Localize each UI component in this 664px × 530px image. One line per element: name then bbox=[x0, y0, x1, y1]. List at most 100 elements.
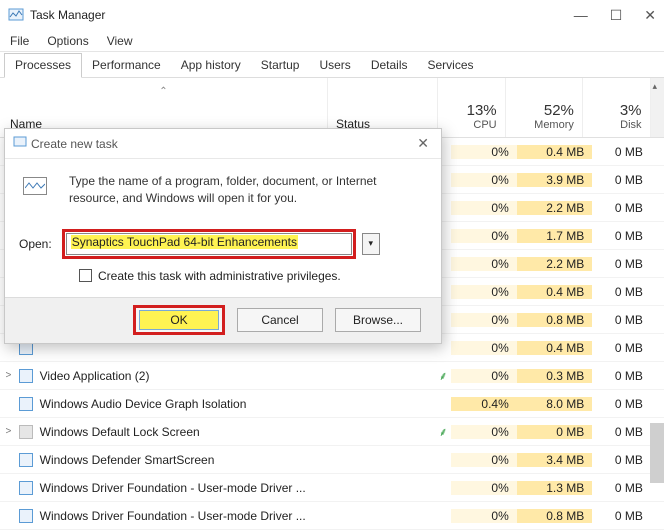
memory-cell: 0.4 MB bbox=[517, 285, 593, 299]
memory-cell: 3.9 MB bbox=[517, 173, 593, 187]
expand-toggle[interactable]: > bbox=[0, 370, 17, 381]
memory-cell: 0.3 MB bbox=[517, 369, 593, 383]
menu-view[interactable]: View bbox=[107, 34, 133, 48]
disk-cell: 0 MB bbox=[592, 425, 651, 439]
tab-services[interactable]: Services bbox=[418, 54, 484, 77]
cpu-cell: 0% bbox=[451, 229, 517, 243]
cpu-cell: 0% bbox=[451, 509, 517, 523]
cancel-button[interactable]: Cancel bbox=[237, 308, 323, 332]
memory-cell: 0.4 MB bbox=[517, 341, 593, 355]
col-memory[interactable]: 52% Memory bbox=[506, 78, 583, 137]
cpu-cell: 0% bbox=[451, 145, 517, 159]
cpu-cell: 0% bbox=[451, 369, 517, 383]
open-input[interactable]: Synaptics TouchPad 64-bit Enhancements bbox=[66, 233, 352, 255]
menu-bar: File Options View bbox=[0, 30, 664, 52]
table-row[interactable]: Windows Defender SmartScreen 0%3.4 MB0 MB bbox=[0, 446, 664, 474]
disk-cell: 0 MB bbox=[592, 509, 651, 523]
memory-cell: 1.7 MB bbox=[517, 229, 593, 243]
disk-cell: 0 MB bbox=[592, 229, 651, 243]
dialog-titlebar: Create new task ✕ bbox=[5, 129, 441, 159]
maximize-button[interactable]: ☐ bbox=[610, 7, 623, 24]
close-button[interactable]: ✕ bbox=[644, 7, 656, 24]
dialog-description: Type the name of a program, folder, docu… bbox=[69, 173, 427, 207]
expand-toggle[interactable]: > bbox=[0, 426, 17, 437]
tab-app-history[interactable]: App history bbox=[171, 54, 251, 77]
cpu-cell: 0% bbox=[451, 313, 517, 327]
process-name: Windows Default Lock Screen bbox=[36, 425, 326, 439]
disk-cell: 0 MB bbox=[592, 453, 651, 467]
scroll-up-icon[interactable]: ▴ bbox=[653, 81, 658, 92]
minimize-button[interactable]: — bbox=[574, 7, 588, 24]
ok-button-highlight: OK bbox=[133, 305, 225, 335]
leaf-icon: ⸙ bbox=[436, 423, 451, 440]
memory-cell: 1.3 MB bbox=[517, 481, 593, 495]
table-row[interactable]: > Video Application (2) ⸙0%0.3 MB0 MB bbox=[0, 362, 664, 390]
table-row[interactable]: >Windows Default Lock Screen⸙0%0 MB0 MB bbox=[0, 418, 664, 446]
cpu-cell: 0% bbox=[451, 201, 517, 215]
dialog-buttons: OK Cancel Browse... bbox=[5, 297, 441, 343]
open-dropdown-button[interactable]: ▾ bbox=[362, 233, 380, 255]
sort-caret-icon: ⌃ bbox=[159, 86, 167, 97]
memory-cell: 0.4 MB bbox=[517, 145, 593, 159]
disk-cell: 0 MB bbox=[592, 341, 651, 355]
run-icon bbox=[19, 173, 55, 205]
disk-cell: 0 MB bbox=[592, 285, 651, 299]
cpu-cell: 0% bbox=[451, 453, 517, 467]
table-row[interactable]: Windows Driver Foundation - User-mode Dr… bbox=[0, 474, 664, 502]
memory-cell: 3.4 MB bbox=[517, 453, 593, 467]
cpu-cell: 0% bbox=[451, 173, 517, 187]
disk-cell: 0 MB bbox=[592, 369, 651, 383]
col-cpu-label: CPU bbox=[473, 119, 496, 131]
disk-cell: 0 MB bbox=[592, 145, 651, 159]
process-icon bbox=[17, 509, 36, 523]
chevron-down-icon: ▾ bbox=[368, 238, 373, 249]
col-cpu-pct: 13% bbox=[467, 102, 497, 119]
tab-processes[interactable]: Processes bbox=[4, 53, 82, 78]
disk-cell: 0 MB bbox=[592, 481, 651, 495]
tab-startup[interactable]: Startup bbox=[251, 54, 310, 77]
process-icon bbox=[17, 425, 36, 439]
scrollbar-gutter[interactable]: ▴ bbox=[651, 78, 664, 137]
tab-users[interactable]: Users bbox=[309, 54, 360, 77]
process-name: Windows Defender SmartScreen bbox=[36, 453, 326, 467]
tab-strip: Processes Performance App history Startu… bbox=[0, 52, 664, 78]
scrollbar-thumb[interactable] bbox=[650, 423, 664, 483]
dialog-close-button[interactable]: ✕ bbox=[413, 135, 433, 152]
browse-button[interactable]: Browse... bbox=[335, 308, 421, 332]
app-icon bbox=[8, 7, 24, 23]
menu-options[interactable]: Options bbox=[47, 34, 88, 48]
disk-cell: 0 MB bbox=[592, 397, 651, 411]
create-task-dialog: Create new task ✕ Type the name of a pro… bbox=[4, 128, 442, 344]
admin-checkbox[interactable] bbox=[79, 269, 92, 282]
disk-cell: 0 MB bbox=[592, 257, 651, 271]
col-cpu[interactable]: 13% CPU bbox=[438, 78, 506, 137]
cpu-cell: 0% bbox=[451, 285, 517, 299]
process-name: Windows Driver Foundation - User-mode Dr… bbox=[36, 509, 326, 523]
process-name: Video Application (2) bbox=[36, 369, 326, 383]
open-input-value: Synaptics TouchPad 64-bit Enhancements bbox=[71, 235, 298, 249]
leaf-icon: ⸙ bbox=[436, 367, 451, 384]
window-title: Task Manager bbox=[30, 8, 574, 22]
cpu-cell: 0% bbox=[451, 257, 517, 271]
cpu-cell: 0% bbox=[451, 425, 517, 439]
cpu-cell: 0% bbox=[451, 341, 517, 355]
run-small-icon bbox=[13, 135, 27, 152]
title-bar: Task Manager — ☐ ✕ bbox=[0, 0, 664, 30]
memory-cell: 2.2 MB bbox=[517, 257, 593, 271]
open-label: Open: bbox=[19, 237, 52, 251]
col-mem-pct: 52% bbox=[544, 102, 574, 119]
cpu-cell: 0.4% bbox=[451, 397, 517, 411]
memory-cell: 0.8 MB bbox=[517, 509, 593, 523]
disk-cell: 0 MB bbox=[592, 201, 651, 215]
table-row[interactable]: Windows Driver Foundation - User-mode Dr… bbox=[0, 502, 664, 530]
admin-label: Create this task with administrative pri… bbox=[98, 269, 341, 283]
cpu-cell: 0% bbox=[451, 481, 517, 495]
tab-details[interactable]: Details bbox=[361, 54, 418, 77]
menu-file[interactable]: File bbox=[10, 34, 29, 48]
ok-button[interactable]: OK bbox=[139, 310, 219, 330]
process-icon bbox=[17, 453, 36, 467]
table-row[interactable]: Windows Audio Device Graph Isolation0.4%… bbox=[0, 390, 664, 418]
tab-performance[interactable]: Performance bbox=[82, 54, 171, 77]
col-disk[interactable]: 3% Disk bbox=[583, 78, 651, 137]
memory-cell: 2.2 MB bbox=[517, 201, 593, 215]
